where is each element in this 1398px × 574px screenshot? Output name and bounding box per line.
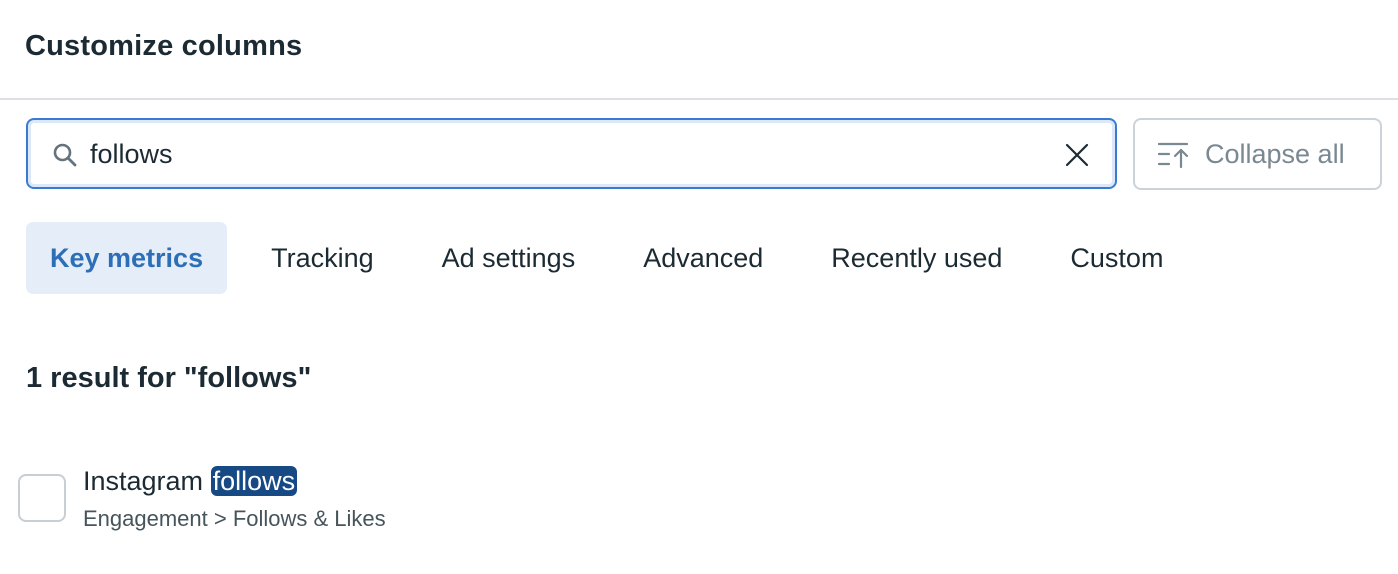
search-box[interactable] — [26, 118, 1117, 189]
column-category-path: Engagement > Follows & Likes — [83, 506, 386, 531]
search-match-highlight: follows — [210, 466, 298, 496]
collapse-all-button[interactable]: Collapse all — [1133, 118, 1382, 190]
tab-advanced[interactable]: Advanced — [619, 222, 787, 294]
tab-tracking[interactable]: Tracking — [247, 222, 398, 294]
dialog-header: Customize columns — [0, 0, 1398, 100]
column-name-prefix: Instagram — [83, 466, 211, 496]
search-row: Collapse all — [0, 118, 1398, 190]
tab-key-metrics[interactable]: Key metrics — [26, 222, 228, 294]
column-checkbox[interactable] — [18, 474, 66, 522]
search-input[interactable] — [90, 134, 990, 174]
column-name: Instagram follows — [83, 466, 298, 497]
tab-ad-settings[interactable]: Ad settings — [418, 222, 600, 294]
collapse-all-label: Collapse all — [1205, 138, 1345, 169]
tab-recently-used[interactable]: Recently used — [807, 222, 1026, 294]
collapse-all-icon — [1157, 142, 1189, 169]
category-tabs: Key metrics Tracking Ad settings Advance… — [26, 222, 1207, 294]
dialog-title: Customize columns — [25, 30, 303, 62]
close-icon[interactable] — [1063, 141, 1091, 169]
list-item: Instagram follows Engagement > Follows &… — [18, 462, 718, 542]
result-count: 1 result for "follows" — [26, 362, 312, 394]
tab-custom[interactable]: Custom — [1046, 222, 1187, 294]
search-icon — [53, 143, 77, 167]
